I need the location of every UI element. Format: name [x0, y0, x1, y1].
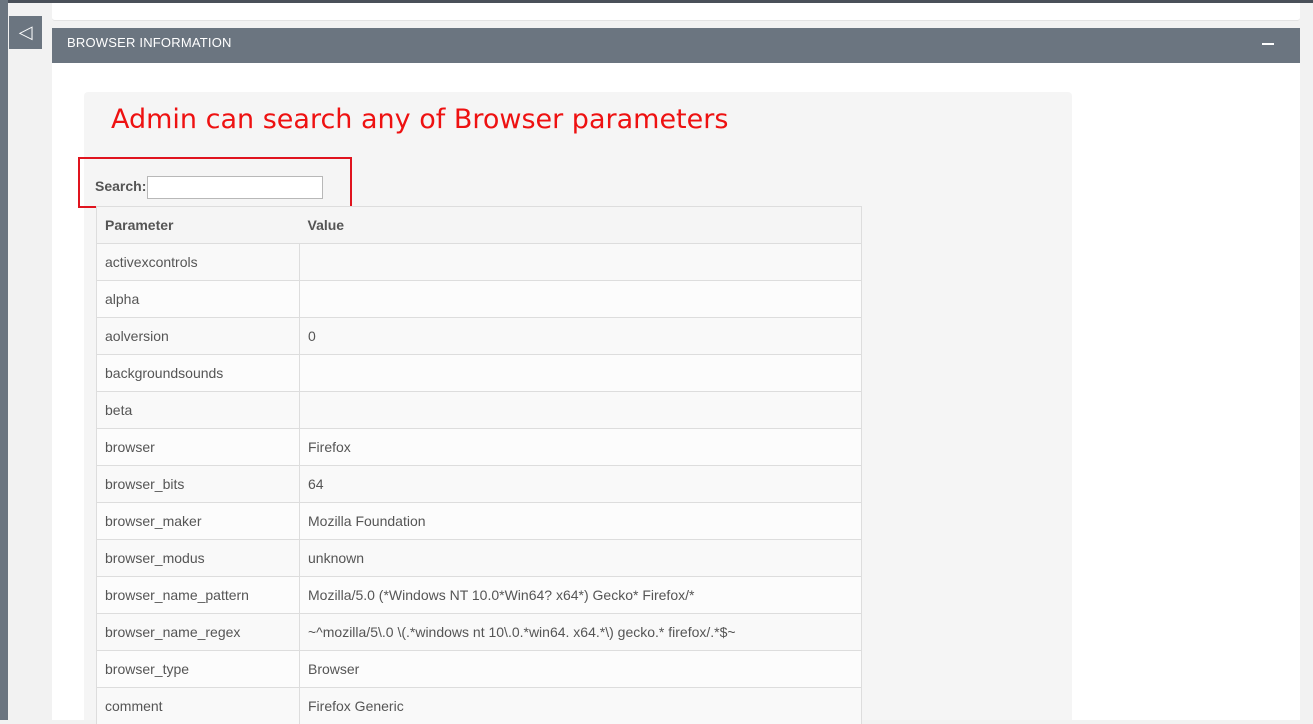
parameter-cell: browser_bits [97, 466, 300, 503]
column-header-value[interactable]: Value [300, 207, 862, 244]
table-row: backgroundsounds [97, 355, 862, 392]
table-row: browser_bits 64 [97, 466, 862, 503]
table-row: comment Firefox Generic [97, 688, 862, 724]
parameter-cell: alpha [97, 281, 300, 318]
parameter-cell: comment [97, 688, 300, 724]
minus-icon[interactable] [1262, 37, 1274, 51]
value-cell [300, 392, 862, 429]
top-card [52, 3, 1300, 21]
value-cell: 64 [300, 466, 862, 503]
column-header-parameter[interactable]: Parameter [97, 207, 300, 244]
parameter-cell: browser [97, 429, 300, 466]
panel-header[interactable]: BROWSER INFORMATION [52, 28, 1300, 63]
panel-title: BROWSER INFORMATION [67, 28, 232, 58]
browser-information-panel: BROWSER INFORMATION Admin can search any… [52, 28, 1300, 720]
value-cell [300, 355, 862, 392]
value-cell: unknown [300, 540, 862, 577]
value-cell [300, 244, 862, 281]
table-row: browser_maker Mozilla Foundation [97, 503, 862, 540]
parameter-cell: browser_type [97, 651, 300, 688]
content-box: Admin can search any of Browser paramete… [84, 92, 1072, 720]
triangle-left-icon: ◁ [19, 22, 33, 43]
search-label: Search: [95, 178, 146, 194]
parameter-cell: browser_maker [97, 503, 300, 540]
table-row: browser_modus unknown [97, 540, 862, 577]
value-cell: ~^mozilla/5\.0 \(.*windows nt 10\.0.*win… [300, 614, 862, 651]
value-cell: Firefox Generic [300, 688, 862, 724]
table-row: browser Firefox [97, 429, 862, 466]
table-row: beta [97, 392, 862, 429]
parameter-cell: browser_modus [97, 540, 300, 577]
table-row: browser_name_pattern Mozilla/5.0 (*Windo… [97, 577, 862, 614]
value-cell: 0 [300, 318, 862, 355]
parameter-cell: beta [97, 392, 300, 429]
annotation-text: Admin can search any of Browser paramete… [111, 104, 728, 135]
parameter-cell: activexcontrols [97, 244, 300, 281]
left-rail [0, 0, 8, 720]
parameter-cell: backgroundsounds [97, 355, 300, 392]
table-row: activexcontrols [97, 244, 862, 281]
table-row: browser_name_regex ~^mozilla/5\.0 \(.*wi… [97, 614, 862, 651]
search-input[interactable] [147, 176, 323, 199]
value-cell: Firefox [300, 429, 862, 466]
table-row: browser_type Browser [97, 651, 862, 688]
value-cell: Mozilla/5.0 (*Windows NT 10.0*Win64? x64… [300, 577, 862, 614]
browser-parameters-table: Parameter Value activexcontrols alpha ao… [96, 206, 862, 724]
value-cell [300, 281, 862, 318]
parameter-cell: browser_name_pattern [97, 577, 300, 614]
table-header-row: Parameter Value [97, 207, 862, 244]
sidebar-collapse-button[interactable]: ◁ [9, 16, 42, 49]
parameter-cell: browser_name_regex [97, 614, 300, 651]
value-cell: Mozilla Foundation [300, 503, 862, 540]
table-row: alpha [97, 281, 862, 318]
parameter-cell: aolversion [97, 318, 300, 355]
table-row: aolversion 0 [97, 318, 862, 355]
value-cell: Browser [300, 651, 862, 688]
